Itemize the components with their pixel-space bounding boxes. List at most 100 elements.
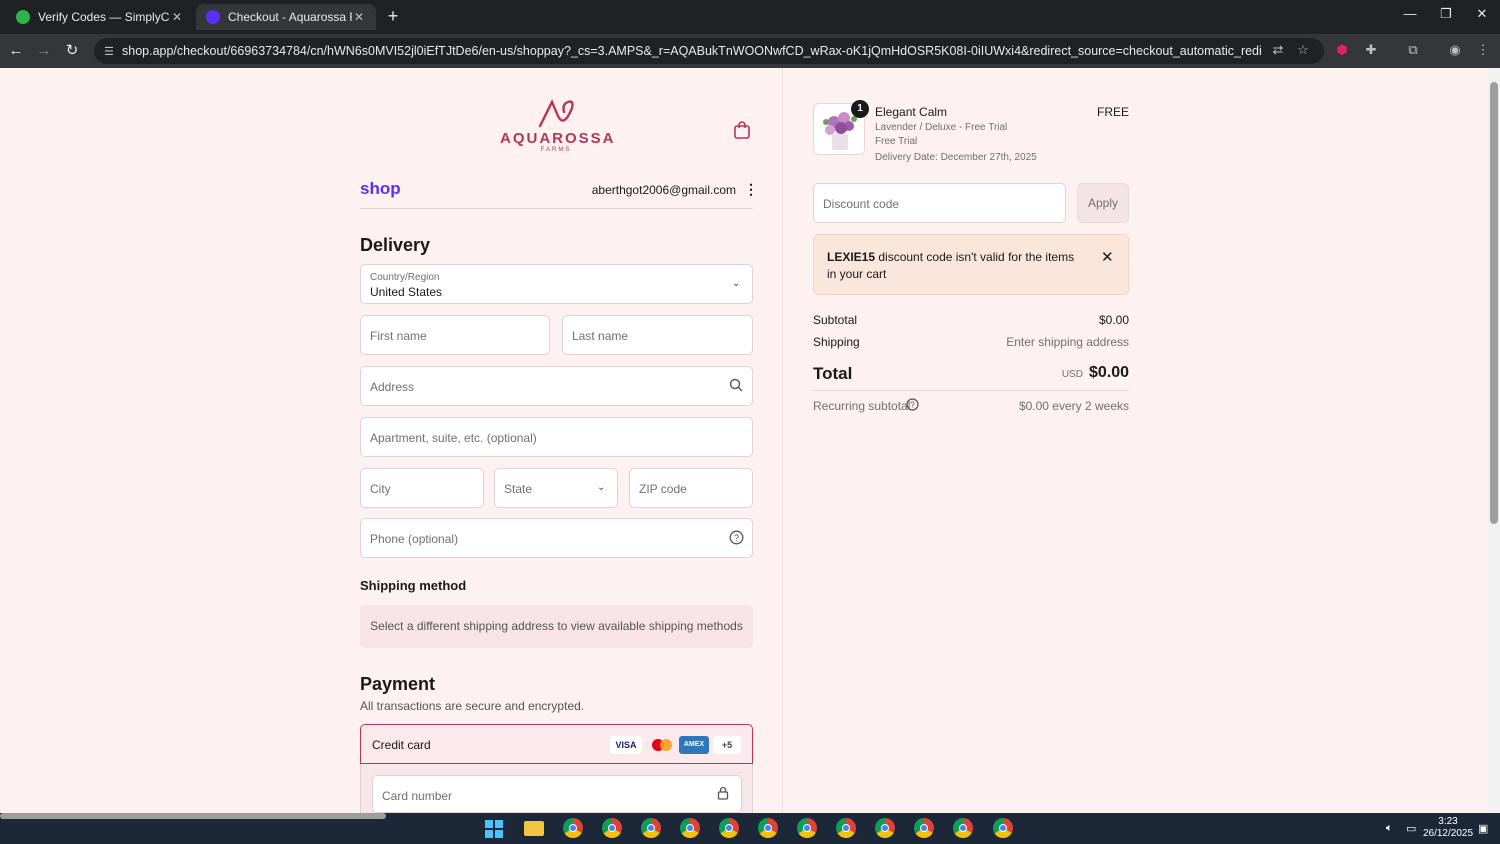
phone-placeholder: Phone (optional) [370,532,459,546]
phone-field[interactable]: Phone (optional) ? [360,518,753,558]
state-select[interactable]: State ⌄ [494,468,618,508]
header-divider [360,208,753,209]
notifications-icon[interactable]: ▣ [1478,822,1488,835]
first-name-field[interactable]: First name [360,315,550,355]
chrome-taskbar-icon[interactable] [758,818,778,838]
product-plan: Free Trial [875,136,918,147]
zip-placeholder: ZIP code [639,482,687,496]
credit-card-option[interactable]: Credit card VISA AMEX +5 [360,724,753,764]
restore-icon[interactable]: ❐ [1436,6,1456,22]
minimize-icon[interactable]: — [1400,6,1420,21]
subtotal-value: $0.00 [1098,313,1129,327]
apartment-field[interactable]: Apartment, suite, etc. (optional) [360,417,753,457]
close-icon[interactable]: ✕ [1101,248,1114,266]
address-bar[interactable]: ☰ shop.app/checkout/66963734784/cn/hWN6s… [94,38,1324,64]
chrome-taskbar-icon-active[interactable] [993,818,1013,838]
card-number-placeholder: Card number [382,789,453,803]
file-explorer-icon[interactable] [524,821,544,836]
svg-text:?: ? [910,401,915,410]
total-divider [813,390,1129,391]
more-cards-badge: +5 [713,736,741,754]
browser-toolbar: ← → ↻ ☰ shop.app/checkout/66963734784/cn… [0,34,1500,68]
address-field[interactable]: Address [360,366,753,406]
chrome-taskbar-icon[interactable] [563,818,583,838]
shop-favicon-icon [206,10,220,24]
windows-taskbar: 🔈︎ ▭ 3:23 26/12/2025 ▣ [0,813,1500,844]
chrome-taskbar-icon[interactable] [602,818,622,838]
discount-code-field[interactable]: Discount code [813,183,1066,223]
chrome-taskbar-icon[interactable] [914,818,934,838]
chrome-taskbar-icon[interactable] [719,818,739,838]
shop-pay-logo: shop [360,179,401,198]
extension-shield-icon[interactable]: ⬢ [1333,42,1351,58]
close-tab-icon[interactable]: ✕ [170,10,184,24]
column-divider [782,68,783,813]
apply-discount-button[interactable]: Apply [1077,183,1129,223]
profile-icon[interactable]: ◉ [1446,42,1464,58]
menu-kebab-icon[interactable]: ⋮ [1474,42,1492,58]
chrome-taskbar-icon[interactable] [680,818,700,838]
info-circle-icon[interactable]: ? [906,398,919,414]
brand-name: AQUAROSSA [500,130,616,147]
country-select[interactable]: Country/Region United States ⌄ [360,264,753,304]
chrome-taskbar-icon[interactable] [875,818,895,838]
tab-search-icon[interactable]: ⧉ [1404,42,1422,58]
cart-bag-icon[interactable] [733,120,751,145]
chrome-taskbar-icon[interactable] [953,818,973,838]
scrollbar-thumb[interactable] [1490,82,1498,524]
total-value-group: USD $0.00 [1062,364,1129,382]
total-label: Total [813,364,853,383]
state-placeholder: State [504,482,533,496]
total-value: $0.00 [1088,364,1129,381]
system-clock[interactable]: 3:23 26/12/2025 [1420,816,1476,840]
chevron-down-icon: ⌄ [597,482,606,493]
svg-text:?: ? [734,533,739,543]
chrome-taskbar-icon[interactable] [836,818,856,838]
country-label: Country/Region [370,272,440,283]
site-settings-icon[interactable]: ☰ [104,45,122,58]
close-tab-icon[interactable]: ✕ [352,10,366,24]
volume-icon[interactable]: 🔈︎ [1386,822,1393,835]
tab-simplycodes[interactable]: Verify Codes — SimplyCodes ✕ [6,4,194,30]
clock-time: 3:23 [1438,816,1458,827]
help-circle-icon[interactable]: ? [729,530,744,550]
vertical-scrollbar[interactable] [1488,68,1500,813]
recurring-label: Recurring subtotal [813,399,911,413]
product-name: Elegant Calm [875,105,948,119]
reload-icon[interactable]: ↻ [62,41,82,61]
account-menu-icon[interactable]: ⋮ [744,181,758,198]
tab-aquarossa-checkout[interactable]: Checkout - Aquarossa Farms ✕ [196,4,376,30]
back-icon[interactable]: ← [6,41,26,61]
card-number-field[interactable]: Card number [372,775,742,813]
brand-logo[interactable]: AQUAROSSA FARMS [500,98,616,153]
discount-code-text: LEXIE15 [827,250,876,264]
product-price: FREE [1096,105,1129,119]
city-placeholder: City [370,482,391,496]
delivery-heading: Delivery [360,235,431,255]
payment-subtitle: All transactions are secure and encrypte… [360,699,585,713]
last-name-field[interactable]: Last name [562,315,753,355]
apartment-placeholder: Apartment, suite, etc. (optional) [370,431,537,445]
chrome-taskbar-icon[interactable] [797,818,817,838]
shipping-label: Shipping [813,335,860,349]
network-icon[interactable]: ▭ [1406,822,1416,835]
close-window-icon[interactable]: ✕ [1472,6,1492,22]
card-details-area: Card number [360,764,753,813]
extensions-puzzle-icon[interactable]: ✚ [1362,42,1380,58]
bookmark-star-icon[interactable]: ☆ [1294,42,1312,58]
discount-code-placeholder: Discount code [823,197,900,211]
city-field[interactable]: City [360,468,484,508]
horizontal-scrollbar-thumb[interactable] [0,813,386,819]
lock-icon [717,786,729,805]
windows-start-icon[interactable] [485,820,503,838]
zip-field[interactable]: ZIP code [629,468,753,508]
forward-icon[interactable]: → [34,41,54,61]
search-icon [729,378,743,397]
tab-title: Checkout - Aquarossa Farms [228,10,352,24]
shipping-value: Enter shipping address [1006,335,1129,349]
chrome-taskbar-icon[interactable] [641,818,661,838]
brand-sub: FARMS [540,147,572,153]
translate-icon[interactable]: ⇄ [1269,42,1287,58]
new-tab-icon[interactable]: + [384,6,402,27]
country-value: United States [370,285,443,299]
